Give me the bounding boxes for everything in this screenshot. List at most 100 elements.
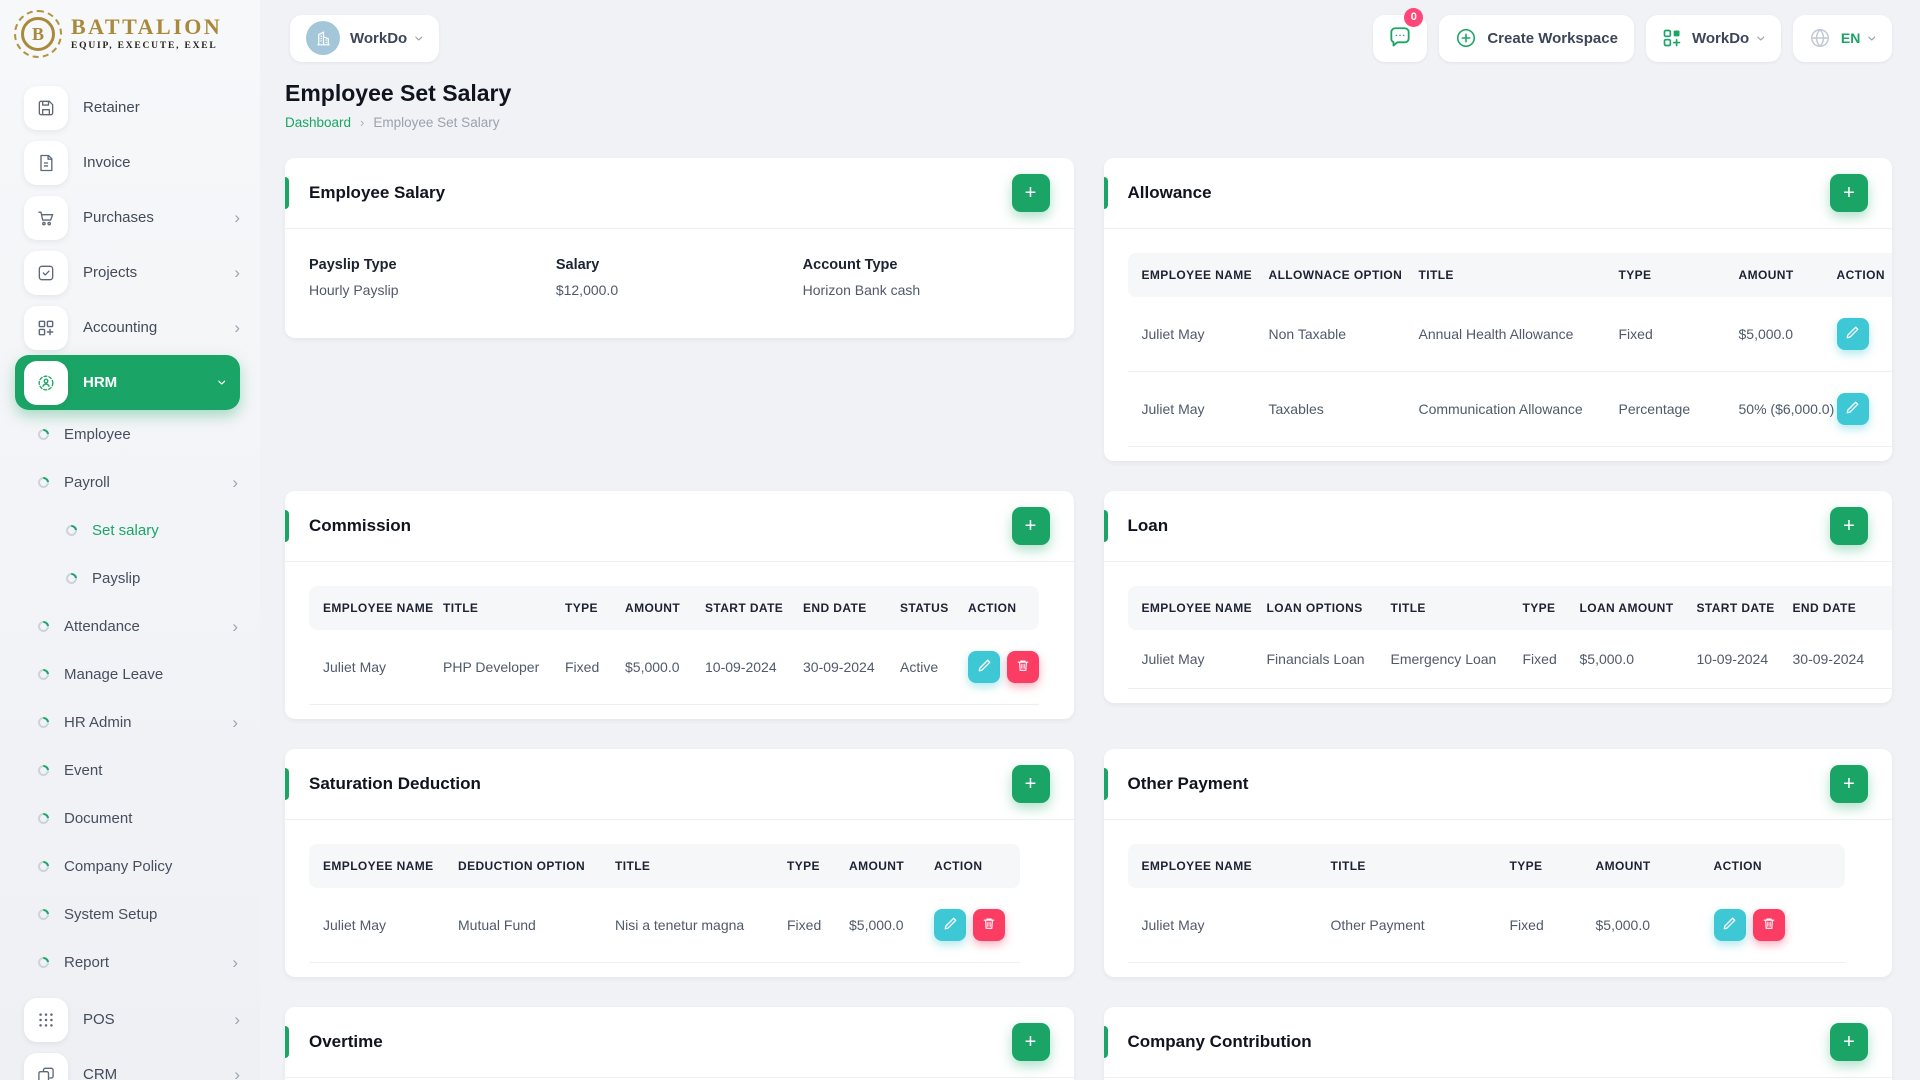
column-header: END DATE (1778, 586, 1892, 630)
table-cell: $5,000.0 (835, 888, 920, 963)
table-cell: 30-09-2024 (789, 630, 886, 705)
bullet-icon (35, 714, 52, 730)
sidebar-item-payslip[interactable]: Payslip (0, 554, 260, 602)
page-title: Employee Set Salary (285, 80, 512, 106)
delete-button[interactable] (1752, 909, 1785, 941)
sidebar-item-invoice[interactable]: Invoice (0, 135, 260, 190)
sidebar-item-manage-leave[interactable]: Manage Leave (0, 650, 260, 698)
pencil-icon (1722, 916, 1737, 934)
sidebar-item-projects[interactable]: Projects (0, 245, 260, 300)
sidebar-item-employee[interactable]: Employee (0, 410, 260, 458)
sidebar-item-system-setup[interactable]: System Setup (0, 890, 260, 938)
field-label: Account Type (802, 257, 898, 273)
table-cell: Fixed (773, 888, 835, 963)
add-saturation-deduction-button[interactable] (1011, 765, 1050, 803)
column-header: EMPLOYEE NAME (1127, 253, 1255, 297)
column-header: START DATE (1682, 586, 1779, 630)
card-header: Company Contribution (1103, 1007, 1892, 1078)
sidebar-item-retainer[interactable]: Retainer (0, 80, 260, 135)
workspace-selector[interactable]: WorkDo (290, 14, 439, 62)
sidebar-item-event[interactable]: Event (0, 746, 260, 794)
commission-table: EMPLOYEE NAME TITLE TYPE AMOUNT START DATE EN… (309, 586, 1039, 705)
sidebar-item-set-salary[interactable]: Set salary (0, 506, 260, 554)
sidebar-item-label: POS (83, 1011, 115, 1028)
sidebar-item-purchases[interactable]: Purchases (0, 190, 260, 245)
trash-icon (982, 916, 996, 934)
allowance-table: EMPLOYEE NAME ALLOWNACE OPTION TITLE TYPE AM… (1127, 253, 1892, 447)
sidebar-item-pos[interactable]: POS (0, 992, 260, 1047)
add-other-payment-button[interactable] (1830, 765, 1868, 803)
column-header: EMPLOYEE NAME (309, 844, 444, 888)
table-cell: Fixed (551, 630, 611, 705)
column-header: LOAN OPTIONS (1252, 586, 1377, 630)
delete-button[interactable] (973, 909, 1005, 941)
add-company-contribution-button[interactable] (1830, 1023, 1868, 1061)
card-title: Overtime (309, 1032, 383, 1051)
employee-salary-card: Employee Salary Payslip Type Hourly Paysl… (285, 158, 1074, 338)
add-allowance-button[interactable] (1830, 174, 1868, 212)
field: Payslip Type Hourly Payslip (309, 257, 556, 298)
field-value: Hourly Payslip (309, 282, 399, 298)
table-cell: Other Payment (1316, 888, 1496, 963)
sidebar-item-label: System Setup (64, 905, 158, 923)
sidebar-item-report[interactable]: Report (0, 938, 260, 986)
sidebar-item-attendance[interactable]: Attendance (0, 602, 260, 650)
table-row: Juliet May Non Taxable Annual Health Allow… (1127, 297, 1892, 372)
chevron-right-icon (232, 474, 238, 491)
brand-logo: B BATTALION EQUIP, EXECUTE, EXEL (0, 0, 260, 66)
sidebar-item-label: Set salary (92, 521, 159, 539)
sidebar-item-label: HRM (83, 374, 118, 391)
table-cell: Annual Health Allowance (1404, 297, 1605, 372)
breadcrumb-current: Employee Set Salary (373, 115, 500, 130)
delete-button[interactable] (1007, 651, 1039, 683)
edit-button[interactable] (1713, 909, 1746, 941)
add-loan-button[interactable] (1830, 507, 1868, 545)
brand-tagline: EQUIP, EXECUTE, EXEL (71, 41, 218, 52)
card-header: Commission (285, 491, 1074, 562)
language-selector[interactable]: EN (1792, 14, 1892, 62)
edit-button[interactable] (1836, 393, 1869, 425)
sidebar-item-label: CRM (83, 1066, 118, 1080)
table-cell: $5,000.0 (1581, 888, 1700, 963)
sidebar-item-label: Payroll (64, 473, 110, 491)
column-header: AMOUNT (611, 586, 691, 630)
table-cell: Juliet May (309, 888, 444, 963)
card-header: Overtime (285, 1007, 1074, 1078)
sidebar-nav: Retainer Invoice Purchases Projects Accounti… (0, 66, 260, 1080)
table-cell: Taxables (1254, 371, 1405, 447)
grid-plus-icon (1662, 28, 1682, 48)
chevron-down-icon (215, 380, 232, 386)
chevron-right-icon (234, 1066, 240, 1080)
column-header: AMOUNT (1724, 253, 1823, 297)
main-area: WorkDo 0 Create Workspace (260, 0, 1920, 1080)
add-commission-button[interactable] (1011, 507, 1050, 545)
chevron-right-icon (232, 954, 238, 971)
breadcrumb: Dashboard › Employee Set Salary (285, 115, 1892, 130)
row-actions (954, 630, 1039, 705)
table-cell: PHP Developer (429, 630, 551, 705)
cards-grid: Employee Salary Payslip Type Hourly Paysl… (285, 158, 1892, 1080)
create-workspace-button[interactable]: Create Workspace (1439, 14, 1634, 62)
card-header: Allowance (1103, 158, 1892, 229)
sidebar-item-payroll[interactable]: Payroll (0, 458, 260, 506)
chevron-right-icon (232, 714, 238, 731)
table-container: EMPLOYEE NAME TITLE TYPE AMOUNT START DATE EN… (285, 562, 1074, 719)
table-row: Juliet May PHP Developer Fixed $5,000.0 10-0… (309, 630, 1039, 705)
edit-button[interactable] (968, 651, 1000, 683)
sidebar-item-crm[interactable]: CRM (0, 1047, 260, 1080)
breadcrumb-dashboard-link[interactable]: Dashboard (285, 115, 351, 130)
sidebar-item-company-policy[interactable]: Company Policy (0, 842, 260, 890)
table-cell: Active (886, 630, 954, 705)
add-employee-salary-button[interactable] (1011, 174, 1050, 212)
workdo-menu-button[interactable]: WorkDo (1645, 14, 1781, 62)
sidebar-item-accounting[interactable]: Accounting (0, 300, 260, 355)
sidebar-item-label: Manage Leave (64, 665, 164, 683)
sidebar-item-hr-admin[interactable]: HR Admin (0, 698, 260, 746)
sidebar-item-hrm[interactable]: HRM (15, 355, 240, 410)
add-overtime-button[interactable] (1011, 1023, 1050, 1061)
table-cell: Nisi a tenetur magna (601, 888, 773, 963)
sidebar-item-document[interactable]: Document (0, 794, 260, 842)
edit-button[interactable] (934, 909, 966, 941)
edit-button[interactable] (1836, 318, 1869, 350)
messages-button[interactable]: 0 (1373, 7, 1428, 62)
